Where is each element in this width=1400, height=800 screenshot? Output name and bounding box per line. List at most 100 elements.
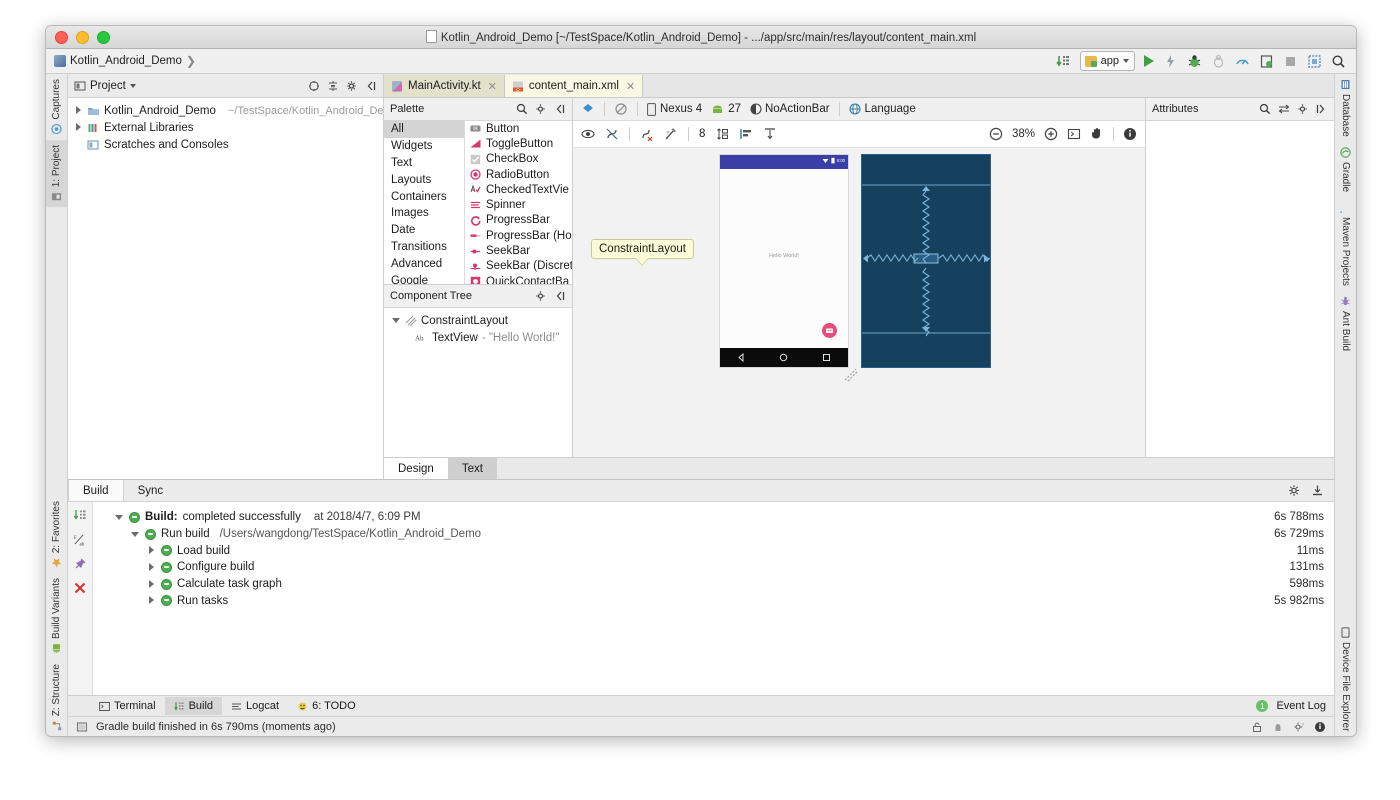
sidebar-item-database[interactable]: Database bbox=[1335, 74, 1356, 142]
hide-panel-icon[interactable] bbox=[554, 103, 566, 115]
zoom-fit-icon[interactable] bbox=[1067, 127, 1081, 141]
close-tab-icon[interactable]: ✕ bbox=[488, 80, 497, 93]
autoconnect-off-icon[interactable] bbox=[605, 127, 619, 141]
chevron-right-icon[interactable] bbox=[74, 123, 83, 132]
default-margin-value[interactable]: 8 bbox=[699, 128, 705, 140]
palette-item-seekbar[interactable]: SeekBar bbox=[465, 243, 572, 258]
sidebar-item-build-variants[interactable]: Build Variants bbox=[46, 573, 67, 659]
palette-category-transitions[interactable]: Transitions bbox=[384, 239, 464, 256]
sidebar-item-favorites[interactable]: 2: Favorites bbox=[46, 496, 67, 573]
chevron-right-icon[interactable] bbox=[147, 546, 156, 555]
palette-category-google[interactable]: Google bbox=[384, 272, 464, 284]
tool-tab-terminal[interactable]: Terminal bbox=[90, 697, 165, 715]
sidebar-item-device-file-explorer[interactable]: Device File Explorer bbox=[1335, 622, 1356, 736]
palette-category-widgets[interactable]: Widgets bbox=[384, 138, 464, 155]
device-manager-icon[interactable] bbox=[1259, 54, 1274, 69]
floating-action-button[interactable] bbox=[822, 323, 837, 338]
run-icon[interactable] bbox=[1144, 55, 1154, 67]
chevron-right-icon[interactable] bbox=[147, 562, 156, 572]
palette-item-progressbar-horizontal[interactable]: ProgressBar (Ho bbox=[465, 228, 572, 243]
info-icon[interactable] bbox=[1123, 127, 1137, 141]
palette-item-checkbox[interactable]: CheckBox bbox=[465, 152, 572, 167]
close-tab-icon[interactable]: ✕ bbox=[626, 80, 635, 93]
sidebar-item-captures[interactable]: Captures bbox=[46, 74, 67, 140]
palette-category-date[interactable]: Date bbox=[384, 222, 464, 239]
tree-row-project[interactable]: Kotlin_Android_Demo ~/TestSpace/Kotlin_A… bbox=[68, 102, 383, 119]
build-tab-build[interactable]: Build bbox=[68, 480, 124, 501]
event-log-label[interactable]: Event Log bbox=[1276, 700, 1326, 712]
palette-item-seekbar-discrete[interactable]: SeekBar (Discret bbox=[465, 259, 572, 274]
hide-panel-icon[interactable] bbox=[365, 80, 377, 92]
palette-category-text[interactable]: Text bbox=[384, 155, 464, 172]
profiler-icon[interactable] bbox=[1235, 54, 1250, 69]
close-icon[interactable] bbox=[73, 581, 87, 595]
device-selector[interactable]: Nexus 4 bbox=[647, 102, 702, 116]
hide-panel-icon[interactable] bbox=[554, 290, 566, 302]
theme-selector[interactable]: NoActionBar bbox=[750, 103, 830, 115]
search-icon[interactable] bbox=[1259, 103, 1271, 115]
clear-constraints-icon[interactable] bbox=[640, 127, 654, 141]
notifications-icon[interactable] bbox=[1314, 721, 1326, 733]
project-panel-title-group[interactable]: Project bbox=[74, 80, 136, 92]
tab-text[interactable]: Text bbox=[447, 458, 497, 479]
target-icon[interactable] bbox=[308, 80, 320, 92]
gear-icon[interactable] bbox=[1297, 103, 1309, 115]
memory-icon[interactable] bbox=[1272, 721, 1284, 733]
guidelines-icon[interactable] bbox=[763, 127, 777, 141]
soft-wrap-icon[interactable]: Fab bbox=[73, 533, 87, 547]
resize-handle[interactable] bbox=[844, 368, 860, 382]
palette-category-containers[interactable]: Containers bbox=[384, 188, 464, 205]
palette-category-images[interactable]: Images bbox=[384, 205, 464, 222]
component-tree-node-constraintlayout[interactable]: ConstraintLayout bbox=[384, 312, 572, 329]
tree-row-external-libraries[interactable]: External Libraries bbox=[68, 119, 383, 136]
palette-item-quickcontactbadge[interactable]: QuickContactBa bbox=[465, 274, 572, 284]
lock-icon[interactable] bbox=[1251, 721, 1263, 733]
palette-category-advanced[interactable]: Advanced bbox=[384, 255, 464, 272]
swap-icon[interactable] bbox=[1278, 103, 1290, 115]
gear-icon[interactable] bbox=[1288, 484, 1301, 497]
build-tab-sync[interactable]: Sync bbox=[124, 480, 178, 501]
chevron-down-icon[interactable] bbox=[392, 316, 401, 325]
pack-icon[interactable] bbox=[715, 127, 729, 141]
stop-icon[interactable] bbox=[1283, 54, 1298, 69]
tab-mainactivity-kt[interactable]: MainActivity.kt ✕ bbox=[384, 75, 505, 97]
sidebar-item-project[interactable]: 1: Project bbox=[46, 139, 67, 207]
chevron-down-icon[interactable] bbox=[129, 83, 136, 88]
tree-row-scratches[interactable]: Scratches and Consoles bbox=[68, 136, 383, 153]
pan-hand-icon[interactable] bbox=[1090, 127, 1104, 141]
blueprint-toggle-icon[interactable] bbox=[614, 102, 628, 116]
tool-tab-logcat[interactable]: Logcat bbox=[222, 697, 288, 715]
chevron-down-icon[interactable] bbox=[115, 513, 124, 522]
palette-category-layouts[interactable]: Layouts bbox=[384, 171, 464, 188]
run-configuration-selector[interactable]: app bbox=[1079, 51, 1135, 71]
locale-selector[interactable]: Language bbox=[848, 103, 916, 115]
palette-item-progressbar[interactable]: ProgressBar bbox=[465, 213, 572, 228]
debug-icon[interactable] bbox=[1187, 54, 1202, 69]
sync-gradle-icon[interactable] bbox=[1055, 54, 1071, 69]
build-row-calculate-task-graph[interactable]: Calculate task graph 598ms bbox=[93, 576, 1334, 593]
sidebar-item-ant-build[interactable]: Ant Build bbox=[1335, 291, 1356, 356]
pin-icon[interactable] bbox=[73, 557, 87, 571]
tool-tab-build[interactable]: Build bbox=[164, 697, 223, 715]
search-icon[interactable] bbox=[516, 103, 528, 115]
apply-changes-icon[interactable] bbox=[1163, 54, 1178, 69]
palette-item-spinner[interactable]: Spinner bbox=[465, 197, 572, 212]
build-row-configure-build[interactable]: Configure build 131ms bbox=[93, 559, 1334, 576]
layout-inspector-icon[interactable] bbox=[1307, 54, 1322, 69]
export-icon[interactable] bbox=[1311, 484, 1324, 497]
gear-icon[interactable] bbox=[535, 103, 547, 115]
align-icon[interactable] bbox=[739, 127, 753, 141]
sidebar-item-structure[interactable]: Z: Structure bbox=[46, 659, 67, 736]
show-constraints-icon[interactable] bbox=[581, 127, 595, 141]
palette-item-checkedtextview[interactable]: CheckedTextVie bbox=[465, 182, 572, 197]
chevron-down-icon[interactable] bbox=[131, 530, 140, 539]
settings-icon[interactable]: ? bbox=[1293, 721, 1305, 733]
build-row-build[interactable]: Build: completed successfully at 2018/4/… bbox=[93, 509, 1334, 526]
build-row-load-build[interactable]: Load build 11ms bbox=[93, 542, 1334, 559]
coverage-icon[interactable] bbox=[1211, 54, 1226, 69]
search-everywhere-icon[interactable] bbox=[1331, 54, 1346, 69]
infer-constraints-icon[interactable] bbox=[664, 127, 678, 141]
design-surface-icon[interactable] bbox=[581, 102, 595, 116]
chevron-right-icon[interactable] bbox=[147, 596, 156, 605]
hide-panel-icon[interactable] bbox=[1316, 103, 1328, 115]
